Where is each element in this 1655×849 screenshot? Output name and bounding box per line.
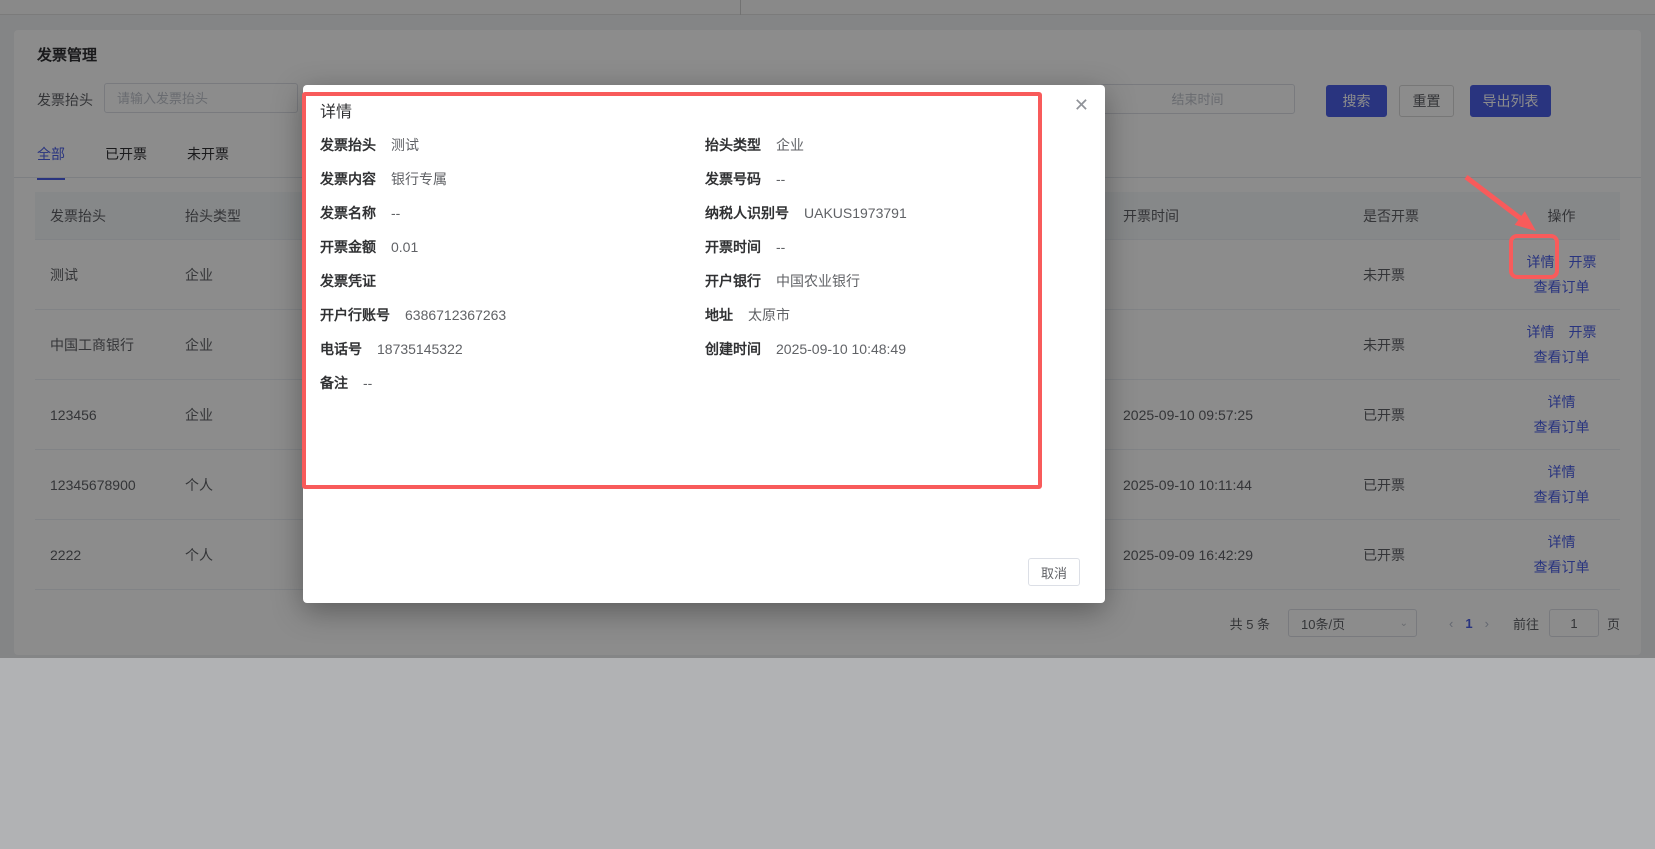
modal-field-row: 开票金额 0.01 [320, 230, 506, 264]
modal-field-row: 开票时间 -- [705, 230, 907, 264]
field-value: 中国农业银行 [776, 273, 860, 289]
modal-field-row: 发票内容 银行专属 [320, 162, 506, 196]
modal-field-row: 发票凭证 [320, 264, 506, 298]
field-value: UAKUS1973791 [804, 205, 907, 221]
field-value: 测试 [391, 137, 419, 153]
field-label: 发票抬头 [320, 137, 376, 153]
modal-field-row: 开户行账号 6386712367263 [320, 298, 506, 332]
modal-field-row: 发票抬头 测试 [320, 128, 506, 162]
field-value: -- [776, 239, 786, 255]
modal-fields-left: 发票抬头 测试 发票内容 银行专属 发票名称 -- 开票金额 0.01 发票凭证 开户行账号 638… [320, 128, 506, 400]
modal-fields-right: 抬头类型 企业发票号码 -- 纳税人识别号 UAKUS1973791 开票时间 -- 开户银行… [705, 128, 907, 366]
field-value: 银行专属 [391, 171, 447, 187]
field-label: 开票时间 [705, 239, 761, 255]
close-icon[interactable]: ✕ [1074, 96, 1089, 114]
field-label: 电话号 [320, 341, 362, 357]
field-value: 企业 [776, 137, 804, 153]
field-label: 地址 [705, 307, 733, 323]
field-label: 开户银行 [705, 273, 761, 289]
modal-field-row: 备注 -- [320, 366, 506, 400]
cancel-button[interactable]: 取消 [1028, 558, 1080, 586]
field-value: -- [391, 205, 401, 221]
field-label: 发票内容 [320, 171, 376, 187]
field-label: 发票名称 [320, 205, 376, 221]
modal-field-row: 发票名称 -- [320, 196, 506, 230]
field-label: 纳税人识别号 [705, 205, 789, 221]
modal-field-row: 开户银行 中国农业银行 [705, 264, 907, 298]
modal-field-row: 发票号码 -- [705, 162, 907, 196]
field-label: 创建时间 [705, 341, 761, 357]
field-label: 开票金额 [320, 239, 376, 255]
field-label: 抬头类型 [705, 137, 761, 153]
field-value: -- [363, 375, 373, 391]
field-label: 发票凭证 [320, 273, 376, 289]
field-value: 2025-09-10 10:48:49 [776, 341, 906, 357]
modal-field-row: 抬头类型 企业 [705, 128, 907, 162]
modal-field-row: 地址 太原市 [705, 298, 907, 332]
details-modal: 详情 ✕ 发票抬头 测试 发票内容 银行专属 发票名称 -- 开票金额 0.01 发票凭证 开户行… [303, 85, 1105, 603]
field-value: -- [776, 171, 786, 187]
field-value: 6386712367263 [405, 307, 507, 323]
modal-field-row: 创建时间 2025-09-10 10:48:49 [705, 332, 907, 366]
modal-field-row: 电话号 18735145322 [320, 332, 506, 366]
field-label: 备注 [320, 375, 348, 391]
field-label: 开户行账号 [320, 307, 390, 323]
field-value: 0.01 [391, 239, 419, 255]
field-value: 18735145322 [377, 341, 463, 357]
field-value: 太原市 [748, 307, 790, 323]
modal-field-row: 纳税人识别号 UAKUS1973791 [705, 196, 907, 230]
modal-title: 详情 [320, 104, 353, 121]
field-label: 发票号码 [705, 171, 761, 187]
